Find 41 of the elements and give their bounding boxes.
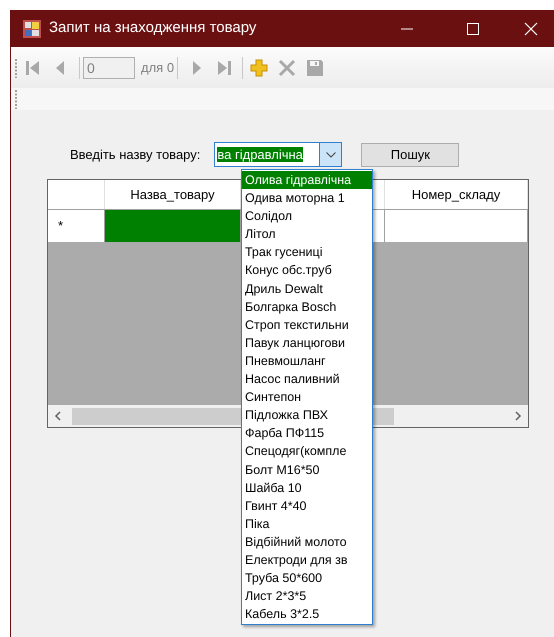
- combo-value: ва гідравлічна: [217, 146, 303, 162]
- dropdown-item[interactable]: Болт М16*50: [242, 460, 372, 479]
- dropdown-item[interactable]: Лист 2*3*5: [242, 587, 372, 606]
- product-combo-box[interactable]: ва гідравлічна: [214, 142, 342, 167]
- dropdown-item[interactable]: Труба 50*600: [242, 569, 372, 588]
- dropdown-item[interactable]: Строп текстильни: [242, 316, 372, 334]
- dropdown-item[interactable]: Піка: [242, 514, 372, 533]
- scroll-left-icon[interactable]: [54, 411, 62, 421]
- dropdown-item[interactable]: Електроди для зв: [242, 550, 372, 570]
- dropdown-item[interactable]: Насос паливний: [242, 370, 372, 388]
- dropdown-item[interactable]: Підложка ПВХ: [242, 406, 372, 424]
- dropdown-item[interactable]: Синтепон: [242, 388, 372, 406]
- window-title: Запит на знаходження товару: [49, 18, 256, 38]
- dropdown-item[interactable]: Фарба ПФ115: [242, 424, 372, 442]
- dropdown-item[interactable]: Пневмошланг: [242, 352, 372, 370]
- dropdown-item[interactable]: Спецодяг(компле: [242, 442, 372, 460]
- dropdown-item[interactable]: Павук ланцюгови: [242, 334, 372, 352]
- maximize-icon: [467, 22, 479, 34]
- dropdown-item[interactable]: Болгарка Bosch: [242, 298, 372, 316]
- dropdown-item[interactable]: Гвинт 4*40: [242, 496, 372, 515]
- search-button[interactable]: Пошук: [361, 142, 460, 166]
- search-label: Введіть назву товару:: [70, 146, 200, 164]
- dropdown-item[interactable]: Конус обс.труб: [242, 261, 372, 280]
- dropdown-item[interactable]: Одива моторна 1: [242, 189, 372, 208]
- dropdown-item[interactable]: Дриль Dewalt: [242, 280, 372, 298]
- dropdown-item[interactable]: Олива гідравлічна: [242, 171, 372, 190]
- app-icon: [23, 20, 41, 38]
- close-icon: [524, 22, 538, 36]
- dropdown-item[interactable]: Солідол: [242, 207, 372, 226]
- record-count: для 0: [141, 58, 174, 77]
- column-header[interactable]: Номер_складу: [385, 180, 528, 209]
- dropdown-item[interactable]: Літол: [242, 225, 372, 244]
- grip-icon: [15, 89, 18, 109]
- scroll-right-icon[interactable]: [514, 411, 522, 421]
- dropdown-item[interactable]: Шайба 10: [242, 478, 372, 497]
- dropdown-item[interactable]: Відбійний молото: [242, 532, 372, 551]
- chevron-down-icon: [326, 152, 336, 158]
- dropdown-item[interactable]: Трак гусениці: [242, 243, 372, 262]
- grip-icon: [15, 58, 18, 78]
- dropdown-item[interactable]: Кабель 3*2.5: [242, 605, 372, 624]
- table-cell[interactable]: [105, 210, 241, 242]
